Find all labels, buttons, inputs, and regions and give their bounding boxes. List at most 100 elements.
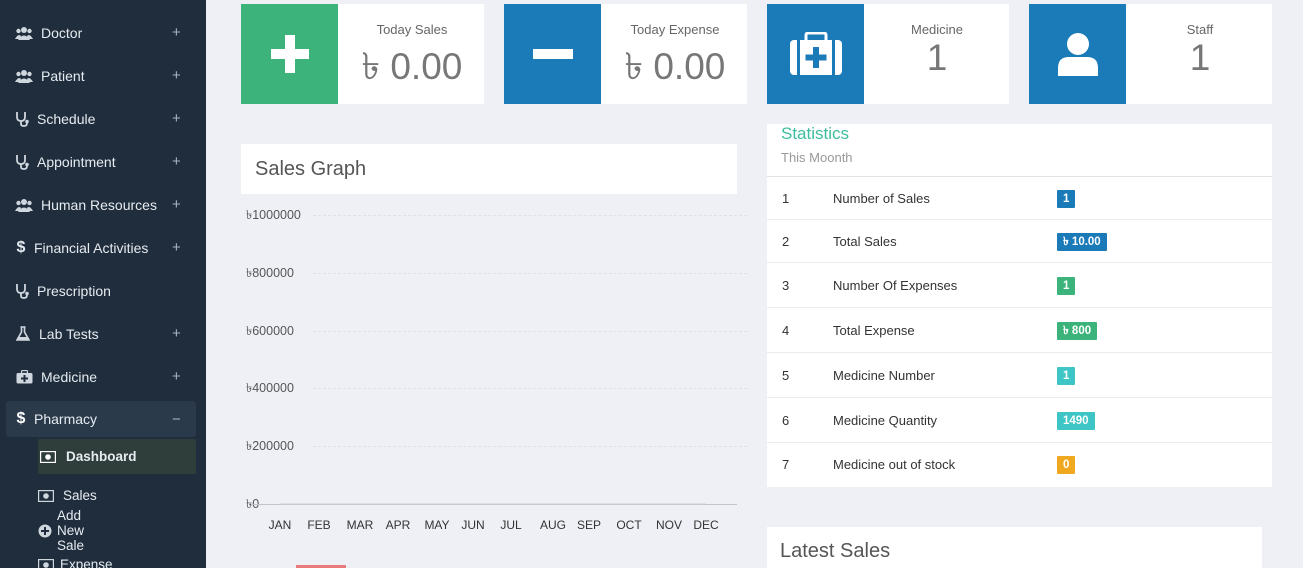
row-number: 6 <box>782 413 790 428</box>
statistics-panel: Statistics This Moonth 1 Number of Sales 1… <box>767 124 1272 487</box>
card-icon-box <box>504 4 601 104</box>
expand-icon: + <box>172 368 181 385</box>
stethoscope-icon <box>13 110 31 128</box>
expand-icon: + <box>172 67 181 84</box>
sidebar-item-label: Appointment <box>37 153 116 170</box>
sidebar-subitem-label: Add New Sale <box>57 508 85 553</box>
plus-icon <box>270 35 309 73</box>
row-badge: 0 <box>1057 456 1076 474</box>
sidebar-item-schedule[interactable]: Schedule + <box>0 97 206 140</box>
collapse-icon: − <box>172 410 181 428</box>
statistics-subtitle: This Moonth <box>781 150 853 165</box>
card-icon-box <box>1029 4 1126 104</box>
sidebar-subitem-label: Sales <box>63 488 97 503</box>
card-value: 1 <box>1189 37 1211 78</box>
card-label: Medicine <box>910 22 964 37</box>
sidebar-item-label: Prescription <box>37 282 111 299</box>
sidebar-item-human-resources[interactable]: Human Resources + <box>0 183 206 226</box>
sales-graph-header: Sales Graph <box>241 144 737 194</box>
flask-icon <box>14 325 32 343</box>
stethoscope-icon <box>13 153 31 171</box>
row-number: 2 <box>782 234 790 249</box>
sidebar-item-patient[interactable]: Patient + <box>0 54 206 97</box>
row-badge: ৳ 10.00 <box>1057 233 1107 251</box>
row-label: Total Sales <box>833 234 897 249</box>
today-expense-card: Today Expense ৳ 0.00 <box>504 4 747 104</box>
sidebar-item-financial-activities[interactable]: $ Financial Activities + <box>0 226 206 269</box>
row-label: Medicine out of stock <box>833 457 956 472</box>
expand-icon: + <box>172 196 181 213</box>
statistics-row: 2 Total Sales ৳ 10.00 <box>767 220 1272 263</box>
staff-card: Staff 1 <box>1029 4 1272 104</box>
expand-icon: + <box>172 153 181 170</box>
users-icon <box>15 196 33 214</box>
statistics-title: Statistics <box>781 124 850 143</box>
card-label: Today Sales <box>376 22 448 37</box>
sidebar-item-prescription[interactable]: Prescription <box>0 269 206 312</box>
sidebar-item-label: Patient <box>41 67 85 84</box>
card-value: ৳ 0.00 <box>361 46 463 87</box>
stethoscope-icon <box>13 282 31 300</box>
sidebar-item-doctor[interactable]: Doctor + <box>0 11 206 54</box>
statistics-row: 3 Number Of Expenses 1 <box>767 263 1272 308</box>
card-label: Staff <box>1186 22 1214 37</box>
sidebar-item-appointment[interactable]: Appointment + <box>0 140 206 183</box>
row-number: 5 <box>782 368 790 383</box>
medkit-icon <box>789 32 842 75</box>
sidebar-item-pharmacy[interactable]: $ Pharmacy − <box>6 401 196 437</box>
users-icon <box>15 67 33 85</box>
row-badge: 1 <box>1057 367 1076 385</box>
row-number: 4 <box>782 323 790 338</box>
sidebar-item-label: Pharmacy <box>34 411 98 427</box>
row-badge: 1490 <box>1057 412 1095 430</box>
row-badge: 1 <box>1057 190 1076 208</box>
expand-icon: + <box>172 24 181 41</box>
users-icon <box>15 24 33 42</box>
expand-icon: + <box>172 239 181 256</box>
medicine-card: Medicine 1 <box>767 4 1009 104</box>
sidebar-item-medicine[interactable]: Medicine + <box>0 355 206 398</box>
row-number: 1 <box>782 191 790 206</box>
sidebar-item-lab-tests[interactable]: Lab Tests + <box>0 312 206 355</box>
money-icon <box>38 489 54 503</box>
card-icon-box <box>767 4 864 104</box>
row-label: Medicine Quantity <box>833 413 938 428</box>
latest-sales-title: Latest Sales <box>780 540 891 562</box>
statistics-row: 1 Number of Sales 1 <box>767 177 1272 220</box>
sidebar-item-label: Financial Activities <box>34 239 149 256</box>
money-icon <box>38 558 54 568</box>
sidebar-subitem-label: Expense <box>60 557 113 568</box>
today-sales-card: Today Sales ৳ 0.00 <box>241 4 484 104</box>
dollar-icon: $ <box>16 410 26 427</box>
card-value: 1 <box>926 37 948 78</box>
expand-icon: + <box>172 110 181 127</box>
sidebar-item-label: Schedule <box>37 110 96 127</box>
statistics-row: 6 Medicine Quantity 1490 <box>767 398 1272 443</box>
medkit-icon <box>15 368 33 386</box>
sidebar: Doctor + Patient + Schedule + Appointmen… <box>0 0 206 568</box>
dollar-icon: $ <box>16 238 26 256</box>
row-badge: ৳ 800 <box>1057 322 1098 340</box>
row-number: 3 <box>782 278 790 293</box>
card-icon-box <box>241 4 338 104</box>
row-label: Total Expense <box>833 323 915 338</box>
sidebar-item-label: Human Resources <box>41 196 157 213</box>
row-label: Number Of Expenses <box>833 278 958 293</box>
sidebar-subitem-dashboard[interactable]: Dashboard <box>38 439 196 474</box>
row-label: Number of Sales <box>833 191 930 206</box>
expand-icon: + <box>172 325 181 342</box>
sidebar-item-label: Medicine <box>41 368 98 385</box>
row-badge: 1 <box>1057 277 1076 295</box>
money-icon <box>40 450 56 464</box>
sidebar-item-label: Doctor <box>41 24 83 41</box>
statistics-row: 7 Medicine out of stock 0 <box>767 443 1272 487</box>
user-icon <box>1057 33 1098 76</box>
sales-graph-chart: ৳0 ৳200000 ৳400000 ৳600000 ৳800000 ৳1000000 JA… <box>241 200 751 540</box>
row-label: Medicine Number <box>833 368 935 383</box>
sidebar-item-label: Lab Tests <box>39 325 99 342</box>
statistics-row: 4 Total Expense ৳ 800 <box>767 308 1272 353</box>
card-value: ৳ 0.00 <box>624 46 726 87</box>
minus-icon <box>532 49 573 59</box>
row-number: 7 <box>782 457 790 472</box>
card-label: Today Expense <box>630 22 720 37</box>
